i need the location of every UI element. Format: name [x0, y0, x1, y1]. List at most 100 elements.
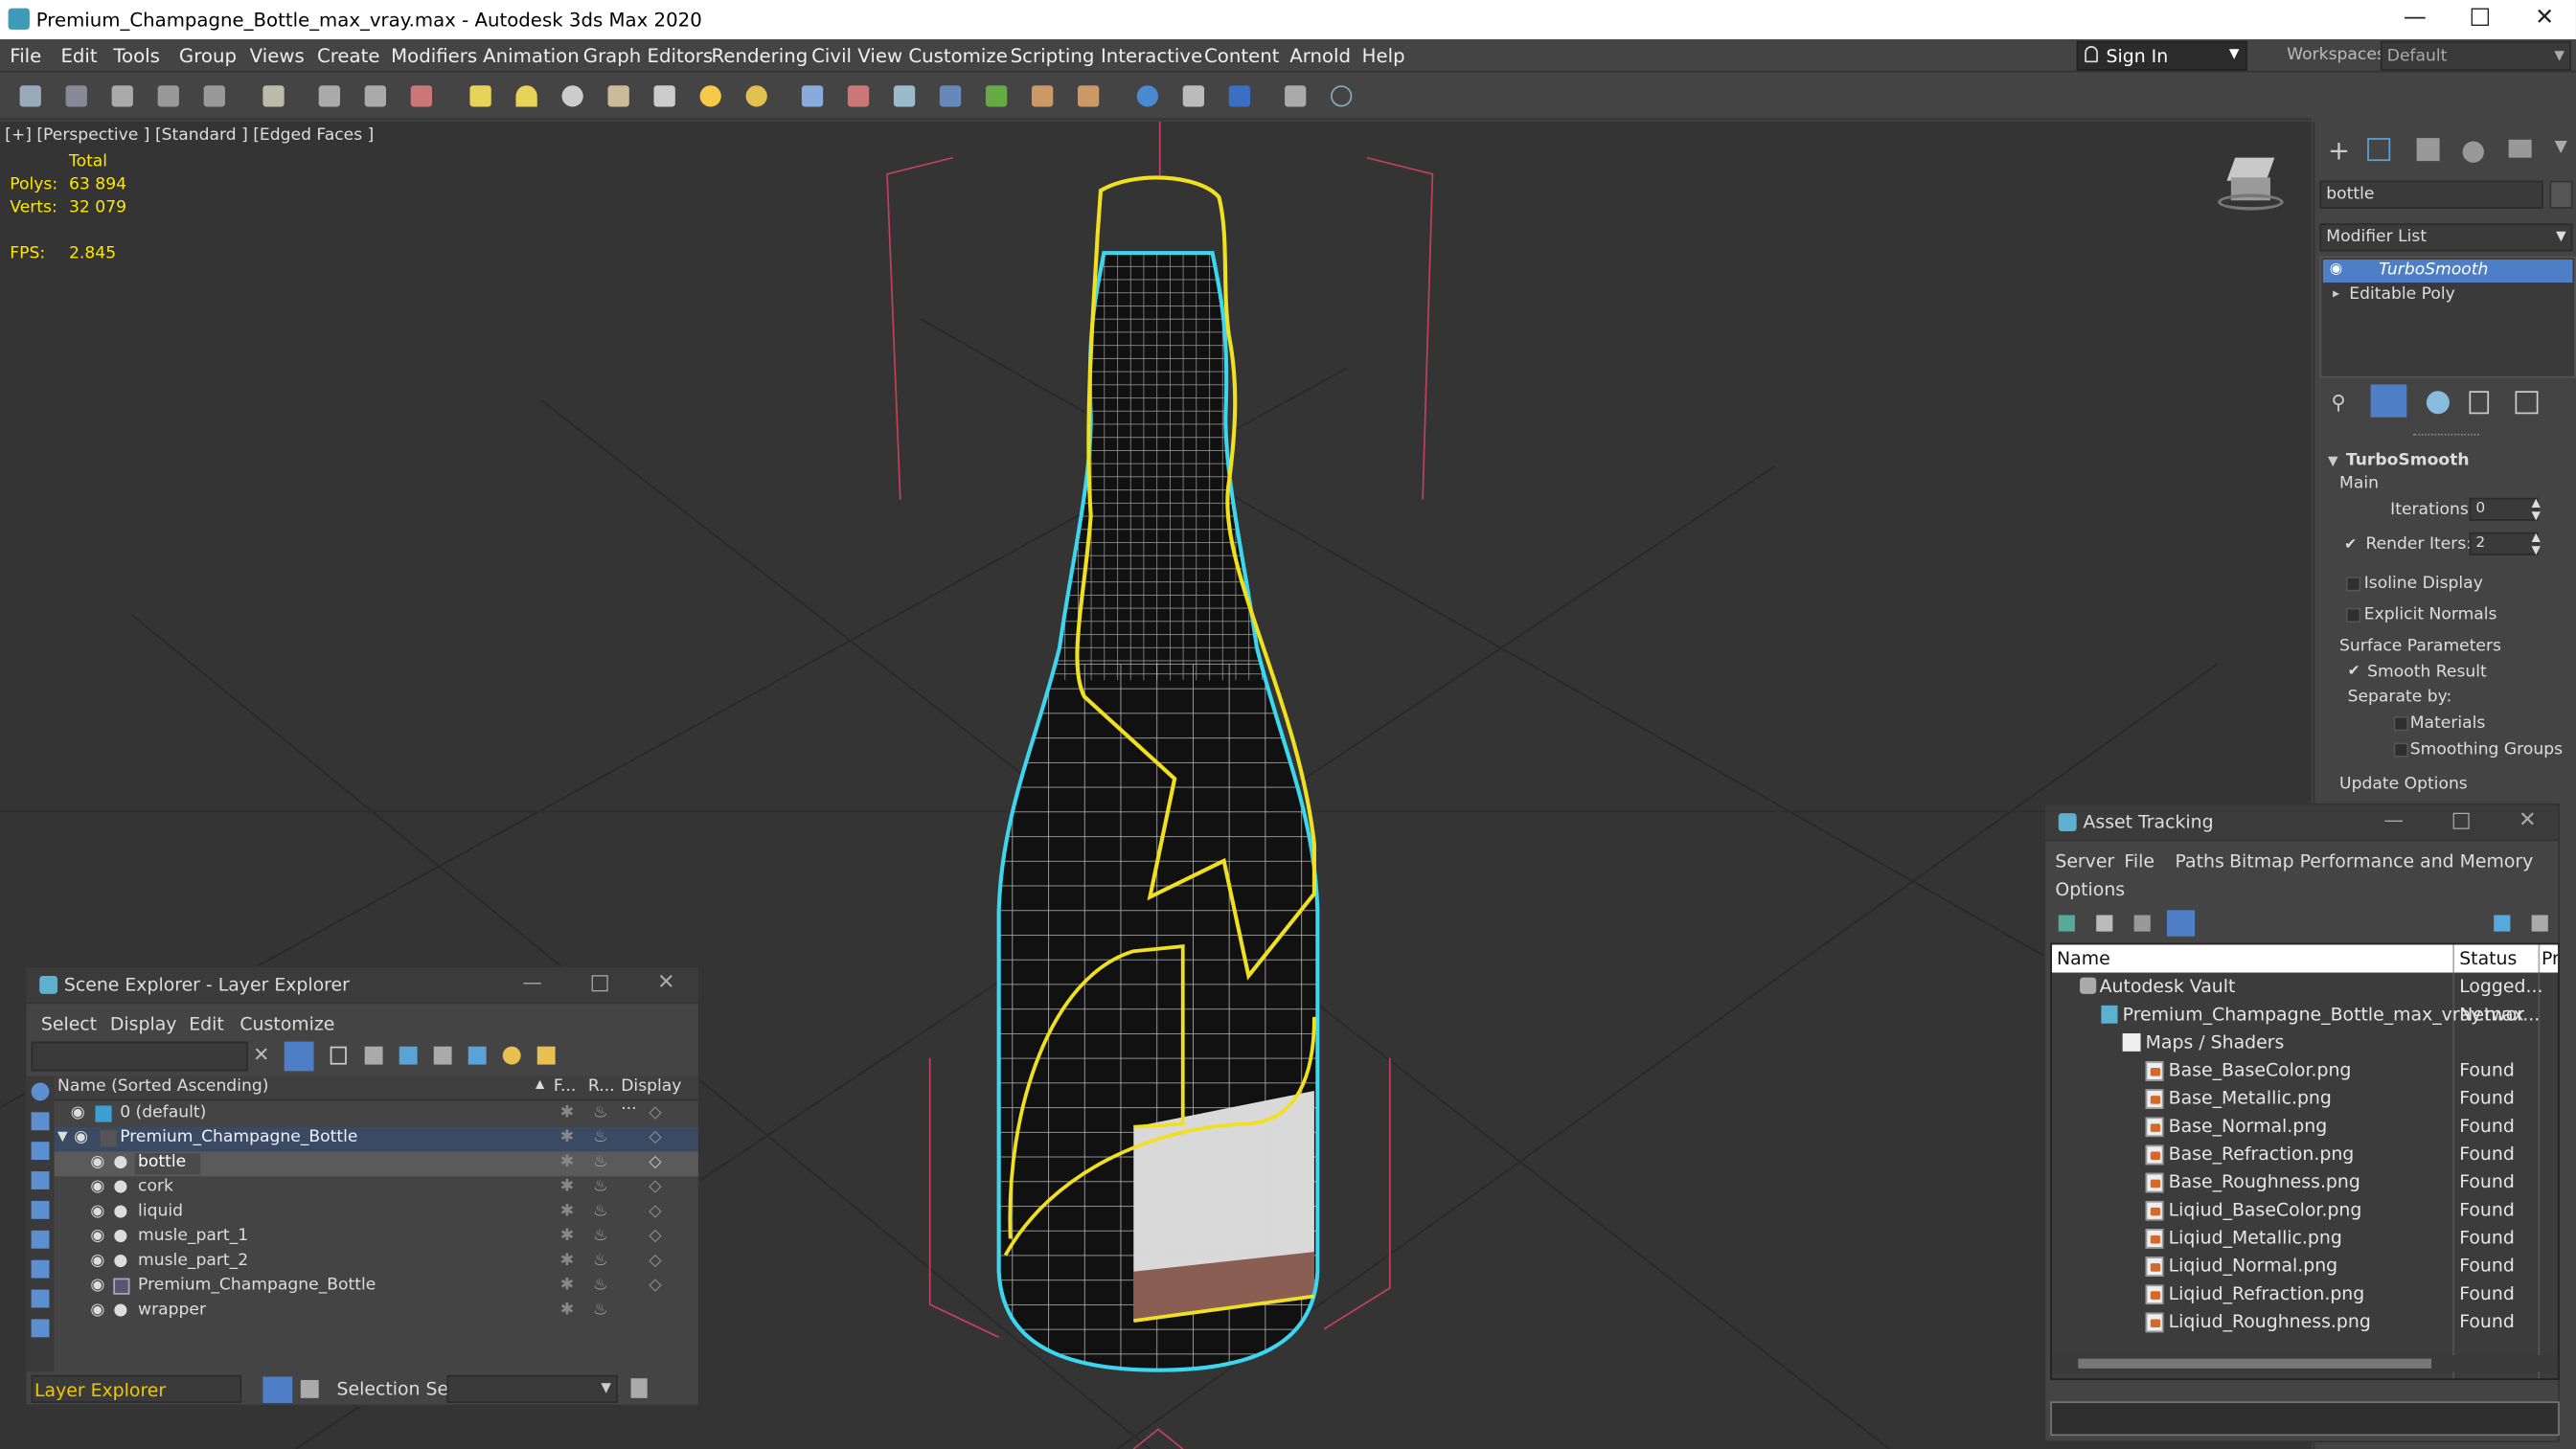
display-lights-icon[interactable]	[31, 1142, 50, 1161]
eye-icon[interactable]: ◉	[90, 1277, 104, 1295]
expand-icon[interactable]: ▸	[2333, 285, 2339, 300]
eye-icon[interactable]: ◉	[71, 1104, 85, 1122]
render-icon[interactable]: ♨	[593, 1128, 607, 1146]
close-icon[interactable]: ✕	[2535, 5, 2554, 31]
layers-mode-icon[interactable]	[262, 1376, 293, 1403]
menu-create[interactable]: Create	[317, 44, 380, 67]
select-by-name-icon[interactable]	[364, 85, 387, 107]
configure-modifier-sets-icon[interactable]	[2515, 391, 2539, 415]
smooth-result-checkbox[interactable]: ✔	[2348, 664, 2362, 680]
menu-interactive[interactable]: Interactive	[1101, 44, 1202, 67]
eye-icon[interactable]: ◉	[90, 1252, 104, 1270]
col-status-header[interactable]: Status	[2459, 948, 2517, 969]
menu-graph-editors[interactable]: Graph Editors	[583, 44, 713, 67]
menu-file[interactable]: File	[10, 44, 41, 67]
make-unique-icon[interactable]	[2426, 391, 2450, 415]
materials-checkbox[interactable]	[2393, 715, 2409, 732]
smoothing-groups-checkbox[interactable]	[2393, 742, 2409, 758]
at-menu-file[interactable]: File	[2124, 851, 2154, 872]
table-row[interactable]: Liqiud_BaseColor.png Found	[2052, 1196, 2558, 1224]
se-menu-customize[interactable]: Customize	[239, 1013, 334, 1034]
layer-manager-icon[interactable]	[939, 85, 962, 107]
layer-explorer-dropdown[interactable]: Layer Explorer	[31, 1374, 242, 1403]
render-setup-icon[interactable]	[1182, 85, 1205, 107]
table-row[interactable]: Liqiud_Refraction.png Found	[2052, 1279, 2558, 1307]
at-menu-bitmap[interactable]: Bitmap Performance and Memory	[2229, 851, 2533, 872]
motion-tab-icon[interactable]	[2462, 141, 2484, 163]
eye-icon[interactable]: ◉	[90, 1203, 104, 1221]
eye-icon[interactable]: ◉	[2330, 261, 2342, 278]
menu-animation[interactable]: Animation	[483, 44, 580, 67]
minimize-icon[interactable]: —	[522, 971, 542, 994]
freeze-icon[interactable]: ✱	[560, 1128, 574, 1146]
list-item[interactable]: ▼ ◉ Premium_Champagne_Bottle ✱ ♨ ◇	[54, 1126, 698, 1152]
spinner-arrows-icon[interactable]: ▲ ▼	[2532, 496, 2541, 522]
minimize-icon[interactable]: —	[2383, 808, 2404, 831]
col-name-header[interactable]: Name (Sorted Ascending)	[57, 1077, 268, 1096]
menu-modifiers[interactable]: Modifiers	[391, 44, 477, 67]
undo-icon[interactable]	[19, 85, 41, 107]
table-row[interactable]: Base_Normal.png Found	[2052, 1112, 2558, 1140]
display-groups-icon[interactable]	[31, 1259, 50, 1279]
render-icon[interactable]: ♨	[593, 1252, 607, 1270]
freeze-icon[interactable]: ✱	[560, 1104, 574, 1122]
sign-in-button[interactable]: Sign In ▼	[2076, 40, 2247, 71]
stack-item-editable-poly[interactable]: ▸ Editable Poly	[2323, 284, 2573, 307]
table-row[interactable]: Base_Metallic.png Found	[2052, 1084, 2558, 1112]
table-row[interactable]: ◉ ● musle_part_1 ✱ ♨ ◇	[55, 1226, 698, 1251]
col-r-header[interactable]: R...	[588, 1077, 615, 1096]
align-icon[interactable]	[893, 85, 916, 107]
collapse-icon[interactable]: ▼	[57, 1128, 68, 1143]
display-box-icon[interactable]: ◇	[649, 1227, 661, 1245]
hierarchy-mode-icon[interactable]	[300, 1379, 319, 1398]
viewport-label[interactable]: [+] [Perspective ] [Standard ] [Edged Fa…	[5, 126, 374, 145]
explicit-normals-checkbox[interactable]	[2345, 607, 2361, 623]
close-icon[interactable]: ✕	[657, 971, 675, 996]
display-xrefs-icon[interactable]	[31, 1289, 50, 1308]
render-icon[interactable]: ♨	[593, 1153, 607, 1171]
eye-icon[interactable]: ◉	[90, 1153, 104, 1171]
col-f-header[interactable]: F...	[554, 1077, 576, 1096]
modifier-list-dropdown[interactable]: Modifier List ▼	[2319, 223, 2573, 252]
create-tab-icon[interactable]: +	[2328, 135, 2350, 167]
menu-help[interactable]: Help	[1362, 44, 1405, 67]
table-row[interactable]: ◉ ● bottle ✱ ♨ ◇	[54, 1151, 698, 1177]
rollout-turbosmooth-title[interactable]: TurboSmooth	[2346, 452, 2470, 470]
rollout-collapse-icon[interactable]: ▼	[2328, 453, 2338, 467]
render-frame-icon[interactable]	[1228, 85, 1251, 107]
menu-edit[interactable]: Edit	[60, 44, 97, 67]
link-icon[interactable]	[111, 85, 133, 107]
stack-item-turbosmooth[interactable]: ◉ TurboSmooth	[2322, 260, 2573, 283]
freeze-icon[interactable]: ✱	[560, 1252, 574, 1270]
render-icon[interactable]: ♨	[593, 1277, 607, 1295]
list-item[interactable]: ◉ 0 (default) ✱ ♨ ◇	[55, 1102, 698, 1127]
freeze-icon[interactable]: ✱	[560, 1277, 574, 1295]
eye-icon[interactable]: ◉	[90, 1178, 104, 1196]
clear-search-icon[interactable]: ✕	[253, 1043, 269, 1066]
se-menu-display[interactable]: Display	[110, 1013, 177, 1034]
table-row[interactable]: Liqiud_Normal.png Found	[2052, 1252, 2558, 1279]
render-icon[interactable]: ♨	[593, 1104, 607, 1122]
menu-scripting[interactable]: Scripting	[1011, 44, 1095, 67]
display-spacewarps-icon[interactable]	[31, 1230, 50, 1249]
iterations-spinner[interactable]: 0	[2469, 497, 2539, 521]
table-view-icon[interactable]	[2133, 915, 2151, 932]
isoline-checkbox[interactable]	[2345, 577, 2361, 592]
menu-rendering[interactable]: Rendering	[712, 44, 809, 67]
table-row[interactable]: Liqiud_Roughness.png Found	[2052, 1307, 2558, 1335]
render-icon[interactable]: ♨	[593, 1178, 607, 1196]
cone-icon[interactable]	[653, 85, 675, 107]
layers-icon[interactable]	[399, 1046, 418, 1065]
display-box-icon[interactable]: ◇	[649, 1153, 661, 1171]
unlink-icon[interactable]	[157, 85, 179, 107]
maximize-icon[interactable]: □	[590, 971, 610, 996]
sphere-icon[interactable]	[561, 85, 583, 107]
pin-stack-icon[interactable]: ⚲	[2331, 391, 2345, 414]
table-row[interactable]: Autodesk Vault Logged...	[2052, 973, 2558, 1001]
at-menu-paths[interactable]: Paths	[2176, 851, 2224, 872]
stack-icon[interactable]	[467, 1046, 487, 1065]
col-p-header[interactable]: Pr	[2542, 948, 2558, 969]
help-icon[interactable]	[2494, 915, 2511, 932]
col-name-header[interactable]: Name	[2057, 948, 2110, 969]
render-iters-spinner[interactable]: 2	[2469, 532, 2539, 555]
